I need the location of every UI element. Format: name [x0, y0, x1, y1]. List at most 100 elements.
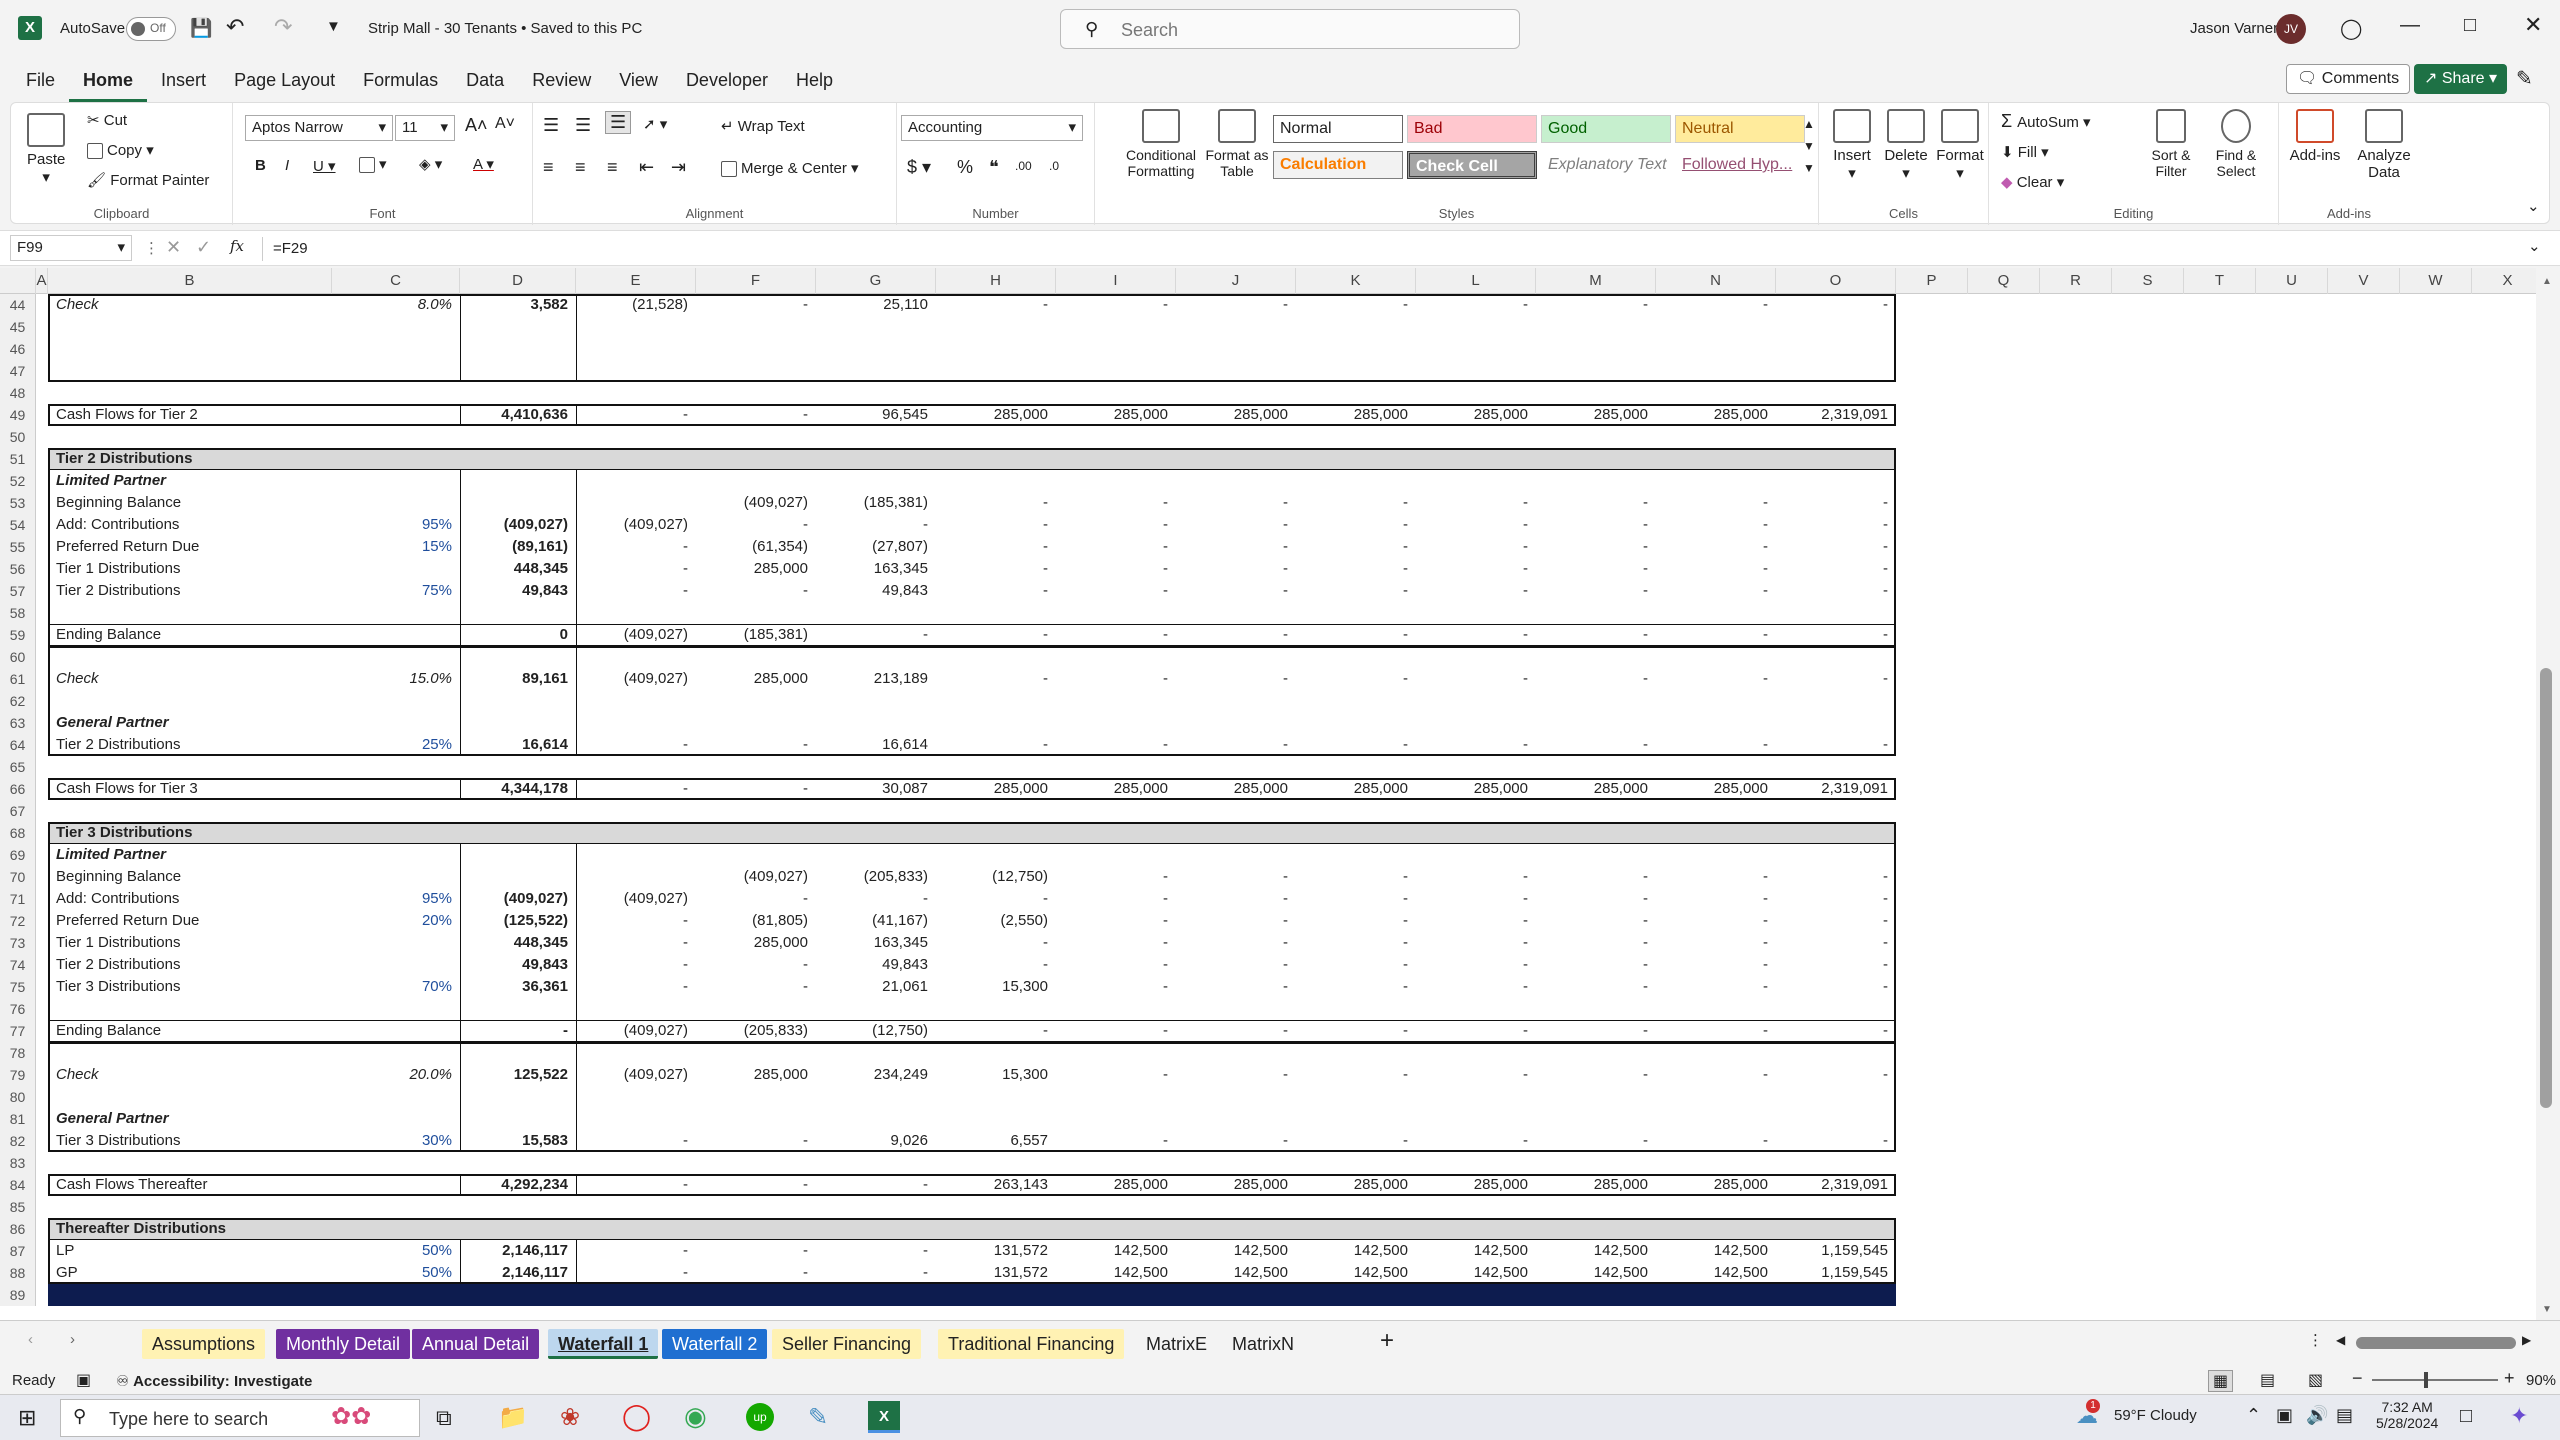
cell-f[interactable]: - [696, 580, 816, 602]
row-header[interactable]: 57 [0, 580, 36, 602]
cell-l[interactable]: - [1416, 910, 1536, 932]
cell-i[interactable]: 142,500 [1056, 1262, 1176, 1284]
cell-o[interactable]: - [1776, 734, 1896, 756]
vertical-scroll-thumb[interactable] [2540, 668, 2552, 1108]
cell-e[interactable]: - [576, 1240, 696, 1262]
cell-m[interactable]: - [1536, 866, 1656, 888]
sheet-tab-matrixe[interactable]: MatrixE [1136, 1329, 1217, 1359]
cell-d[interactable]: 49,843 [460, 954, 576, 976]
cell-k[interactable]: - [1296, 910, 1416, 932]
cell-l[interactable]: 285,000 [1416, 404, 1536, 426]
cell-c[interactable]: 20% [332, 910, 460, 932]
cell-i[interactable]: - [1056, 888, 1176, 910]
cell-h[interactable]: - [936, 492, 1056, 514]
cell-e[interactable]: (409,027) [576, 624, 696, 646]
align-right-icon[interactable]: ≡ [607, 157, 618, 178]
row-header[interactable]: 44 [0, 294, 36, 316]
cell-h[interactable]: - [936, 558, 1056, 580]
tab-review[interactable]: Review [518, 58, 605, 102]
cell-d[interactable]: (125,522) [460, 910, 576, 932]
share-button[interactable]: ↗ Share ▾ [2414, 64, 2508, 94]
cell-h[interactable]: - [936, 580, 1056, 602]
close-icon[interactable]: ✕ [2524, 12, 2542, 38]
cell-e[interactable]: - [576, 558, 696, 580]
row-label[interactable]: Ending Balance [48, 624, 332, 646]
row-header[interactable]: 56 [0, 558, 36, 580]
cell-d[interactable]: (409,027) [460, 888, 576, 910]
page-break-view-icon[interactable]: ▧ [2308, 1370, 2323, 1390]
styles-scroll-icon[interactable]: ▲ ▼ ▼ [1803, 113, 1815, 179]
cell-h[interactable]: - [936, 954, 1056, 976]
row-label[interactable]: Thereafter Distributions [48, 1218, 332, 1240]
cell-j[interactable]: - [1176, 624, 1296, 646]
cell-k[interactable]: - [1296, 888, 1416, 910]
row-header[interactable]: 74 [0, 954, 36, 976]
cell-d[interactable]: 4,292,234 [460, 1174, 576, 1196]
windows-start-icon[interactable]: ⊞ [18, 1405, 36, 1431]
row-header[interactable]: 79 [0, 1064, 36, 1086]
cell-j[interactable]: - [1176, 514, 1296, 536]
column-header-k[interactable]: K [1296, 268, 1416, 294]
cell-i[interactable]: - [1056, 668, 1176, 690]
row-header[interactable]: 60 [0, 646, 36, 668]
cell-f[interactable]: - [696, 888, 816, 910]
cell-m[interactable]: 285,000 [1536, 1174, 1656, 1196]
percent-icon[interactable]: % [957, 157, 973, 178]
avatar[interactable]: JV [2276, 14, 2306, 44]
cell-n[interactable]: - [1656, 866, 1776, 888]
cell-h[interactable]: 15,300 [936, 1064, 1056, 1086]
row-label[interactable]: Tier 2 Distributions [48, 954, 332, 976]
cell-d[interactable]: 3,582 [460, 294, 576, 316]
upwork-icon[interactable]: up [746, 1403, 774, 1431]
scroll-left-icon[interactable]: ◀ [2336, 1333, 2345, 1347]
column-header-m[interactable]: M [1536, 268, 1656, 294]
next-sheet-icon[interactable]: › [70, 1331, 75, 1348]
row-header[interactable]: 88 [0, 1262, 36, 1284]
row-label[interactable]: Tier 3 Distributions [48, 822, 332, 844]
cell-k[interactable]: - [1296, 624, 1416, 646]
cell-j[interactable]: - [1176, 910, 1296, 932]
cell-h[interactable]: (12,750) [936, 866, 1056, 888]
cell-h[interactable]: 263,143 [936, 1174, 1056, 1196]
cell-g[interactable]: 163,345 [816, 932, 936, 954]
cell-o[interactable]: - [1776, 910, 1896, 932]
cell-j[interactable]: - [1176, 558, 1296, 580]
row-header[interactable]: 72 [0, 910, 36, 932]
cell-j[interactable]: 142,500 [1176, 1262, 1296, 1284]
cell-g[interactable]: 25,110 [816, 294, 936, 316]
column-header-x[interactable]: X [2472, 268, 2544, 294]
cell-g[interactable]: 49,843 [816, 954, 936, 976]
column-header-l[interactable]: L [1416, 268, 1536, 294]
excel-taskbar-icon[interactable]: X [868, 1401, 900, 1433]
cell-o[interactable]: - [1776, 1064, 1896, 1086]
cell-l[interactable]: - [1416, 1130, 1536, 1152]
cell-n[interactable]: - [1656, 580, 1776, 602]
cell-o[interactable]: - [1776, 976, 1896, 998]
cell-e[interactable]: - [576, 1262, 696, 1284]
column-header-p[interactable]: P [1896, 268, 1968, 294]
row-label[interactable]: Limited Partner [48, 470, 332, 492]
cell-n[interactable]: - [1656, 294, 1776, 316]
cell-l[interactable]: - [1416, 294, 1536, 316]
cell-i[interactable]: - [1056, 1130, 1176, 1152]
style-normal[interactable]: Normal [1273, 115, 1403, 143]
cell-g[interactable]: 16,614 [816, 734, 936, 756]
cell-i[interactable]: - [1056, 492, 1176, 514]
cell-f[interactable]: (81,805) [696, 910, 816, 932]
cell-i[interactable]: - [1056, 580, 1176, 602]
cell-j[interactable]: - [1176, 294, 1296, 316]
delete-cells-button[interactable]: Delete ▾ [1881, 109, 1931, 182]
cell-g[interactable]: 213,189 [816, 668, 936, 690]
cell-k[interactable]: 142,500 [1296, 1240, 1416, 1262]
cell-g[interactable]: (27,807) [816, 536, 936, 558]
cell-n[interactable]: 142,500 [1656, 1262, 1776, 1284]
cell-f[interactable]: - [696, 1174, 816, 1196]
tab-page-layout[interactable]: Page Layout [220, 58, 349, 102]
cell-d[interactable]: 15,583 [460, 1130, 576, 1152]
cell-l[interactable]: 142,500 [1416, 1240, 1536, 1262]
decrease-decimal-icon[interactable]: .0 [1049, 159, 1059, 173]
cell-k[interactable]: - [1296, 932, 1416, 954]
cell-d[interactable]: (89,161) [460, 536, 576, 558]
font-size-dropdown[interactable]: 11 ▾ [395, 115, 455, 141]
column-header-j[interactable]: J [1176, 268, 1296, 294]
